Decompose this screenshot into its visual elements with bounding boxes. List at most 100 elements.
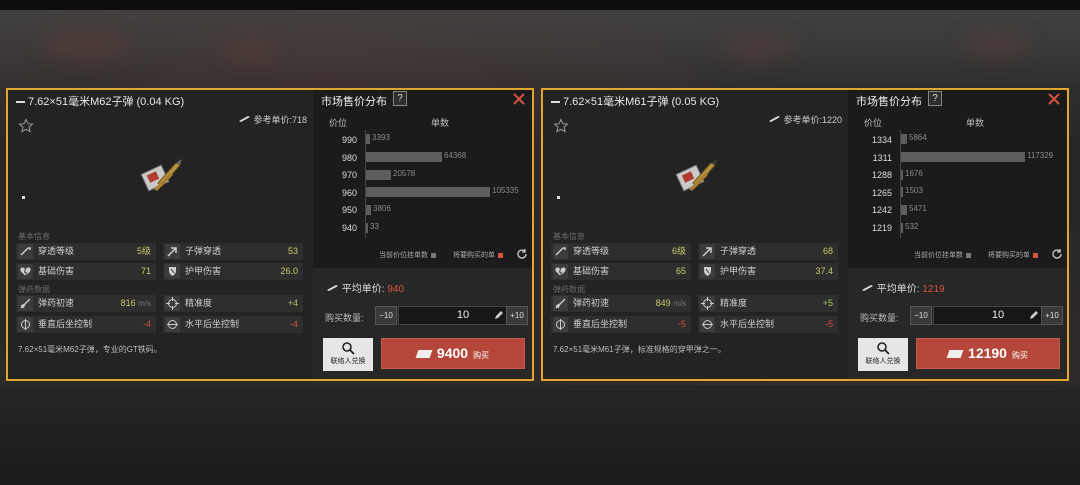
broken-heart-icon — [18, 264, 33, 279]
order-count: 5471 — [909, 204, 927, 214]
stat-penetration-level: 穿透等级 6级 — [551, 243, 691, 260]
refresh-icon[interactable] — [1051, 248, 1063, 260]
close-icon[interactable] — [1047, 92, 1061, 106]
item-panel-m61: 7.62×51毫米M61子弹 (0.05 KG) 参考单价:1220 基本信息 … — [541, 88, 1069, 381]
legend-target-orders: 将要购买的单 — [453, 250, 503, 260]
page-dot — [557, 196, 560, 199]
buy-button[interactable]: 12190 购买 — [916, 338, 1060, 369]
reference-price: 参考单价:1220 — [767, 113, 842, 126]
market-panel: 市场售价分布 ? 价位 单数 1334 1311 1288 1265 1242 … — [848, 90, 1067, 379]
market-panel: 市场售价分布 ? 价位 单数 990 980 970 960 950 940 3… — [313, 90, 532, 379]
crosshair-icon — [165, 296, 180, 311]
minus-10-button[interactable]: −10 — [910, 306, 932, 325]
penetration-icon — [18, 244, 33, 259]
price-column-header: 价位 — [329, 118, 348, 128]
currency-icon — [238, 116, 250, 122]
item-info: 7.62×51毫米M62子弹 (0.04 KG) 参考单价:718 基本信息 穿… — [8, 90, 313, 379]
favorite-star-icon[interactable] — [18, 118, 34, 134]
order-bar — [366, 151, 442, 162]
basic-info-label: 基本信息 — [553, 232, 585, 241]
plus-10-button[interactable]: +10 — [506, 306, 528, 325]
order-count: 20578 — [393, 168, 416, 178]
close-icon[interactable] — [512, 92, 526, 106]
stat-muzzle-velocity: 弹药初速 816 m/s — [16, 295, 156, 312]
vertical-recoil-icon — [553, 317, 568, 332]
horizontal-recoil-icon — [165, 317, 180, 332]
item-description: 7.62×51毫米M62子弹，专业的GT铁码。 — [18, 345, 162, 354]
order-count: 33 — [370, 221, 379, 231]
velocity-icon — [18, 296, 33, 311]
price-level[interactable]: 980 — [317, 150, 357, 168]
legend-current-orders: 当前价位挂单数 — [914, 250, 971, 260]
price-level[interactable]: 1288 — [852, 167, 892, 185]
page-dot — [22, 196, 25, 199]
order-bar — [901, 205, 907, 216]
search-icon — [877, 342, 890, 355]
currency-icon — [862, 285, 873, 291]
currency-icon — [768, 116, 780, 122]
order-count: 64368 — [444, 150, 467, 160]
order-bar — [901, 169, 903, 180]
stat-horizontal-recoil: 水平后坐控制 -4 — [163, 316, 303, 333]
edit-pencil-icon[interactable] — [493, 309, 503, 321]
order-bar — [366, 169, 391, 180]
market-title: 市场售价分布 — [856, 96, 922, 108]
contact-exchange-button[interactable]: 联络人兑换 — [858, 338, 908, 371]
edit-pencil-icon[interactable] — [1028, 309, 1038, 321]
currency-icon — [415, 349, 433, 358]
order-bar — [901, 187, 903, 198]
quantity-label: 购买数量: — [860, 313, 899, 323]
favorite-star-icon[interactable] — [553, 118, 569, 134]
price-level[interactable]: 1219 — [852, 220, 892, 238]
reference-price: 参考单价:718 — [237, 113, 307, 126]
stat-accuracy: 精准度 +4 — [163, 295, 303, 312]
blurred-bottom-area — [0, 385, 1080, 485]
average-price: 平均单价: 940 — [325, 280, 404, 295]
price-level[interactable]: 990 — [317, 132, 357, 150]
order-count: 1676 — [905, 168, 923, 178]
contact-exchange-button[interactable]: 联络人兑换 — [323, 338, 373, 371]
price-level[interactable]: 960 — [317, 185, 357, 203]
price-level[interactable]: 1265 — [852, 185, 892, 203]
price-level[interactable]: 1311 — [852, 150, 892, 168]
currency-icon — [327, 285, 338, 291]
order-bar — [901, 134, 907, 144]
price-level[interactable]: 940 — [317, 220, 357, 238]
stat-penetration-level: 穿透等级 5级 — [16, 243, 156, 260]
minus-10-button[interactable]: −10 — [375, 306, 397, 325]
ammo-box-icon — [140, 159, 182, 192]
trade-box: 平均单价: 1219 购买数量: −10 10 +10 联络人兑换 12190 购… — [848, 268, 1067, 379]
order-distribution-bars: 3393 64368 20578 105335 3806 33 — [365, 130, 525, 238]
broken-heart-icon — [553, 264, 568, 279]
market-title: 市场售价分布 — [321, 96, 387, 108]
order-bar — [901, 222, 903, 233]
stat-vertical-recoil: 垂直后坐控制 -4 — [16, 316, 156, 333]
order-bar — [366, 187, 490, 198]
order-distribution-bars: 5864 117329 1676 1503 5471 532 — [900, 130, 1060, 238]
ammo-data-label: 弹药数据 — [18, 285, 50, 294]
help-button[interactable]: ? — [393, 91, 407, 106]
order-bar — [366, 222, 368, 233]
buy-button[interactable]: 9400 购买 — [381, 338, 525, 369]
refresh-icon[interactable] — [516, 248, 528, 260]
price-level[interactable]: 950 — [317, 202, 357, 220]
blurred-hud — [0, 10, 1080, 88]
stat-muzzle-velocity: 弹药初速 849 m/s — [551, 295, 691, 312]
price-level[interactable]: 970 — [317, 167, 357, 185]
velocity-icon — [553, 296, 568, 311]
price-level[interactable]: 1334 — [852, 132, 892, 150]
help-button[interactable]: ? — [928, 91, 942, 106]
order-bar — [366, 134, 370, 144]
armor-damage-icon — [165, 264, 180, 279]
price-level[interactable]: 1242 — [852, 202, 892, 220]
order-count: 532 — [905, 221, 919, 231]
item-title: 7.62×51毫米M61子弹 (0.05 KG) — [551, 93, 719, 109]
ammo-data-label: 弹药数据 — [553, 285, 585, 294]
plus-10-button[interactable]: +10 — [1041, 306, 1063, 325]
order-count: 5864 — [909, 133, 927, 142]
order-count: 105335 — [492, 186, 519, 196]
stat-vertical-recoil: 垂直后坐控制 -5 — [551, 316, 691, 333]
top-bar — [0, 0, 1080, 10]
item-info: 7.62×51毫米M61子弹 (0.05 KG) 参考单价:1220 基本信息 … — [543, 90, 848, 379]
vertical-recoil-icon — [18, 317, 33, 332]
